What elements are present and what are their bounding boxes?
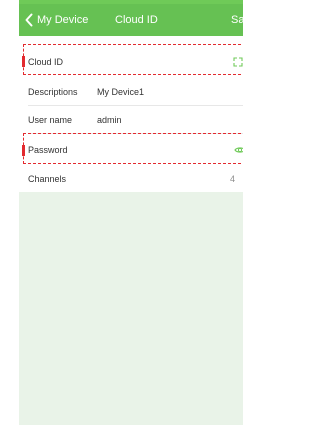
channels-label: Channels	[28, 174, 67, 184]
cloud-id-field[interactable]: Cloud ID	[19, 47, 243, 77]
back-button[interactable]: My Device	[22, 4, 88, 36]
empty-content-area	[19, 192, 243, 425]
descriptions-label: Descriptions	[28, 87, 78, 97]
user-name-field[interactable]: User name admin	[19, 106, 243, 134]
device-form: Cloud ID Descriptions My Device1 User na…	[19, 36, 243, 192]
password-red-marker	[22, 145, 25, 156]
cloud-id-red-marker	[22, 56, 25, 67]
scan-icon[interactable]	[233, 57, 243, 67]
save-button[interactable]: Sav	[231, 4, 243, 36]
descriptions-value: My Device1	[97, 87, 145, 97]
phone-screen: My Device Cloud ID Sav Cloud ID Descript…	[19, 0, 243, 425]
cloud-id-label: Cloud ID	[28, 57, 64, 67]
device-settings-screen: My Device Cloud ID Sav Cloud ID Descript…	[0, 0, 243, 425]
password-label: Password	[28, 145, 68, 155]
eye-icon[interactable]	[234, 144, 243, 156]
back-button-label: My Device	[37, 14, 89, 26]
descriptions-field[interactable]: Descriptions My Device1	[19, 78, 243, 106]
user-name-label: User name	[28, 115, 73, 125]
left-white-margin	[0, 0, 19, 425]
page-title: Cloud ID	[115, 14, 158, 26]
chevron-left-icon	[22, 4, 36, 36]
channels-field: Channels 4	[19, 165, 243, 192]
channels-count: 4	[229, 174, 235, 184]
user-name-value: admin	[97, 115, 122, 125]
navigation-bar: My Device Cloud ID Sav	[19, 4, 243, 36]
password-field[interactable]: Password	[19, 135, 243, 165]
